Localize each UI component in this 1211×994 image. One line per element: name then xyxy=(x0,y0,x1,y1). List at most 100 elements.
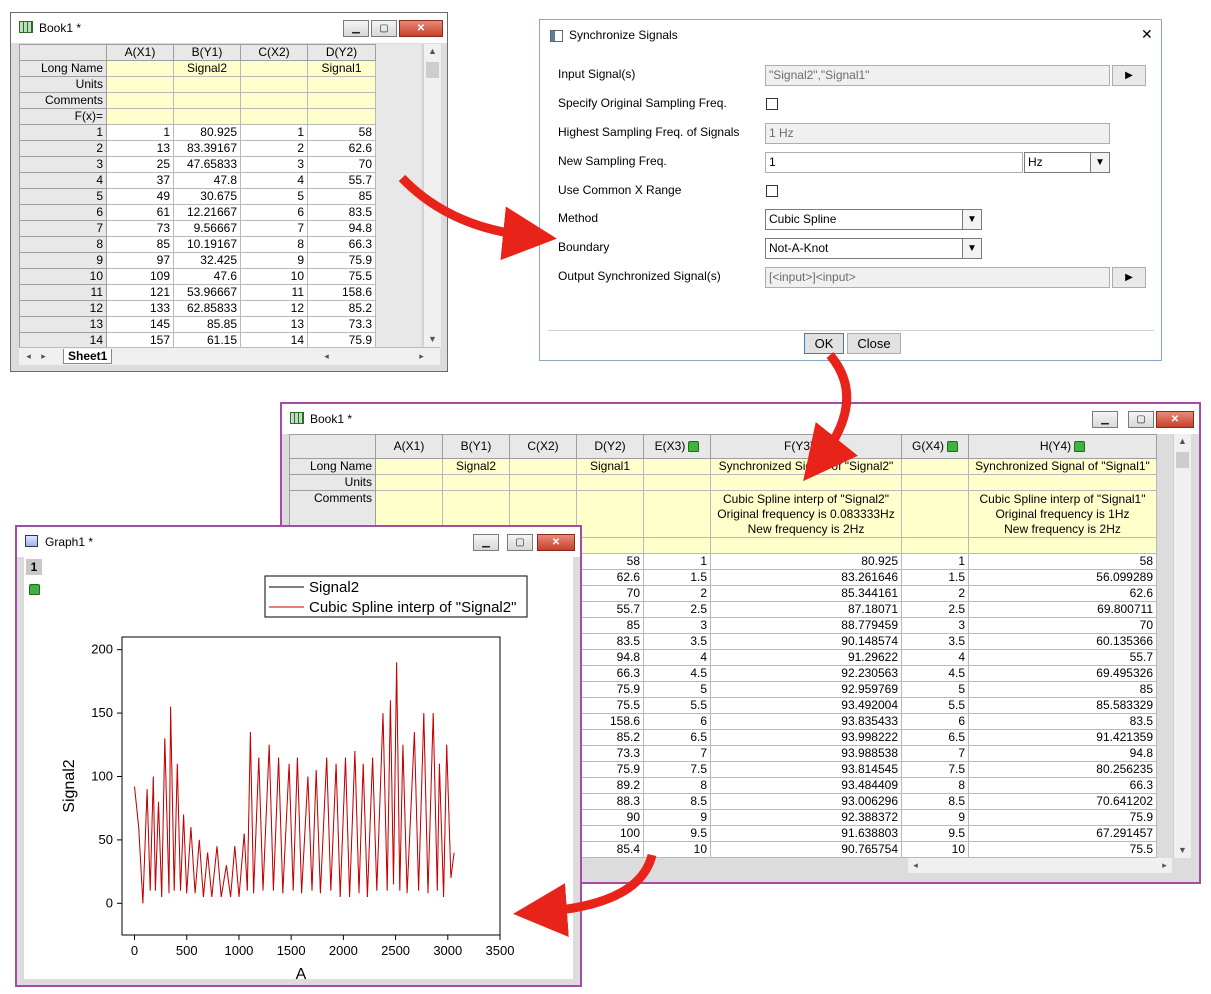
data-cell[interactable]: 94.8 xyxy=(307,220,376,237)
data-cell[interactable]: 9 xyxy=(643,809,711,826)
column-header[interactable]: C(X2) xyxy=(240,44,308,61)
data-cell[interactable]: 10 xyxy=(240,268,308,285)
meta-cell[interactable]: Signal2 xyxy=(173,60,241,77)
data-cell[interactable]: 88.779459 xyxy=(710,617,902,634)
meta-cell[interactable] xyxy=(643,490,711,538)
worksheet-grid[interactable]: A(X1) B(Y1) C(X2) D(Y2) Long Name Signal2 Sign… xyxy=(19,44,376,347)
data-cell[interactable]: 3.5 xyxy=(643,633,711,650)
meta-cell[interactable] xyxy=(173,92,241,109)
row-number[interactable]: 4 xyxy=(19,172,107,189)
data-cell[interactable]: 66.3 xyxy=(576,665,644,682)
book1-bottom-titlebar[interactable]: Book1 * ▁ ▢ ✕ xyxy=(282,404,1199,434)
meta-cell[interactable] xyxy=(173,76,241,93)
data-cell[interactable]: 92.388372 xyxy=(710,809,902,826)
meta-cell[interactable] xyxy=(240,92,308,109)
scroll-up-icon[interactable]: ▲ xyxy=(425,44,440,59)
input-signals-field[interactable]: "Signal2","Signal1" xyxy=(765,65,1110,86)
data-cell[interactable]: 14 xyxy=(240,332,308,347)
data-cell[interactable]: 3 xyxy=(643,617,711,634)
data-cell[interactable]: 5 xyxy=(901,681,969,698)
data-cell[interactable]: 55.7 xyxy=(968,649,1157,666)
meta-cell[interactable] xyxy=(106,108,174,125)
close-button[interactable]: Close xyxy=(847,333,901,354)
data-cell[interactable]: 6 xyxy=(901,713,969,730)
meta-cell[interactable] xyxy=(968,474,1157,491)
column-header[interactable]: B(Y1) xyxy=(442,434,510,459)
data-cell[interactable]: 1.5 xyxy=(643,569,711,586)
data-cell[interactable]: 75.9 xyxy=(968,809,1157,826)
column-header[interactable]: A(X1) xyxy=(375,434,443,459)
data-cell[interactable]: 55.7 xyxy=(576,601,644,618)
data-cell[interactable]: 7 xyxy=(643,745,711,762)
column-header[interactable]: D(Y2) xyxy=(576,434,644,459)
data-cell[interactable]: 83.261646 xyxy=(710,569,902,586)
new-freq-unit-select[interactable]: Hz ▼ xyxy=(1024,152,1110,173)
meta-cell[interactable] xyxy=(643,474,711,491)
column-header[interactable]: C(X2) xyxy=(509,434,577,459)
data-cell[interactable]: 85 xyxy=(968,681,1157,698)
data-cell[interactable]: 9.56667 xyxy=(173,220,241,237)
scroll-down-icon[interactable]: ▼ xyxy=(1175,843,1190,858)
row-number[interactable]: 14 xyxy=(19,332,107,347)
data-cell[interactable]: 83.39167 xyxy=(173,140,241,157)
data-cell[interactable]: 66.3 xyxy=(307,236,376,253)
data-cell[interactable]: 85.2 xyxy=(307,300,376,317)
data-cell[interactable]: 49 xyxy=(106,188,174,205)
row-number[interactable]: 7 xyxy=(19,220,107,237)
data-cell[interactable]: 75.5 xyxy=(576,697,644,714)
data-cell[interactable]: 12.21667 xyxy=(173,204,241,221)
data-cell[interactable]: 10.19167 xyxy=(173,236,241,253)
meta-cell[interactable] xyxy=(643,458,711,475)
column-header[interactable]: F(Y3) xyxy=(710,434,902,459)
data-cell[interactable]: 9.5 xyxy=(643,825,711,842)
data-cell[interactable]: 75.9 xyxy=(576,761,644,778)
data-cell[interactable]: 2.5 xyxy=(643,601,711,618)
data-cell[interactable]: 37 xyxy=(106,172,174,189)
meta-cell[interactable] xyxy=(240,76,308,93)
data-cell[interactable]: 47.8 xyxy=(173,172,241,189)
meta-cell[interactable] xyxy=(173,108,241,125)
data-cell[interactable]: 1 xyxy=(106,124,174,141)
scroll-thumb[interactable] xyxy=(1176,452,1189,468)
row-number[interactable]: 6 xyxy=(19,204,107,221)
data-cell[interactable]: 80.925 xyxy=(173,124,241,141)
meta-cell[interactable] xyxy=(106,60,174,77)
data-cell[interactable]: 62.85833 xyxy=(173,300,241,317)
data-cell[interactable]: 75.5 xyxy=(968,841,1157,858)
boundary-select[interactable]: Not-A-Knot ▼ xyxy=(765,238,982,259)
maximize-icon[interactable]: ▢ xyxy=(1128,411,1154,428)
data-cell[interactable]: 83.5 xyxy=(307,204,376,221)
data-cell[interactable]: 93.988538 xyxy=(710,745,902,762)
data-cell[interactable]: 89.2 xyxy=(576,777,644,794)
data-cell[interactable]: 70 xyxy=(576,585,644,602)
output-arrow-button[interactable]: ▶ xyxy=(1112,267,1146,288)
meta-cell[interactable] xyxy=(307,92,376,109)
data-cell[interactable]: 47.6 xyxy=(173,268,241,285)
data-cell[interactable]: 158.6 xyxy=(576,713,644,730)
data-cell[interactable]: 75.9 xyxy=(307,252,376,269)
column-header[interactable]: B(Y1) xyxy=(173,44,241,61)
meta-cell[interactable] xyxy=(901,474,969,491)
data-cell[interactable]: 1 xyxy=(643,553,711,570)
meta-cell[interactable] xyxy=(901,490,969,538)
vertical-scrollbar[interactable]: ▲ ▼ xyxy=(1173,434,1191,858)
data-cell[interactable]: 80.925 xyxy=(710,553,902,570)
data-cell[interactable]: 83.5 xyxy=(968,713,1157,730)
data-cell[interactable]: 53.96667 xyxy=(173,284,241,301)
data-cell[interactable]: 4 xyxy=(643,649,711,666)
data-cell[interactable]: 6 xyxy=(240,204,308,221)
data-cell[interactable]: 7.5 xyxy=(643,761,711,778)
maximize-icon[interactable]: ▢ xyxy=(507,534,533,551)
data-cell[interactable]: 93.492004 xyxy=(710,697,902,714)
data-cell[interactable]: 2 xyxy=(240,140,308,157)
meta-cell[interactable] xyxy=(442,474,510,491)
data-cell[interactable]: 2 xyxy=(643,585,711,602)
data-cell[interactable]: 10 xyxy=(643,841,711,858)
data-cell[interactable]: 7 xyxy=(240,220,308,237)
data-cell[interactable]: 47.65833 xyxy=(173,156,241,173)
data-cell[interactable]: 2 xyxy=(901,585,969,602)
minimize-icon[interactable]: ▁ xyxy=(343,20,369,37)
data-cell[interactable]: 6.5 xyxy=(901,729,969,746)
tab-sheet1[interactable]: Sheet1 xyxy=(63,349,113,364)
meta-cell[interactable] xyxy=(509,458,577,475)
